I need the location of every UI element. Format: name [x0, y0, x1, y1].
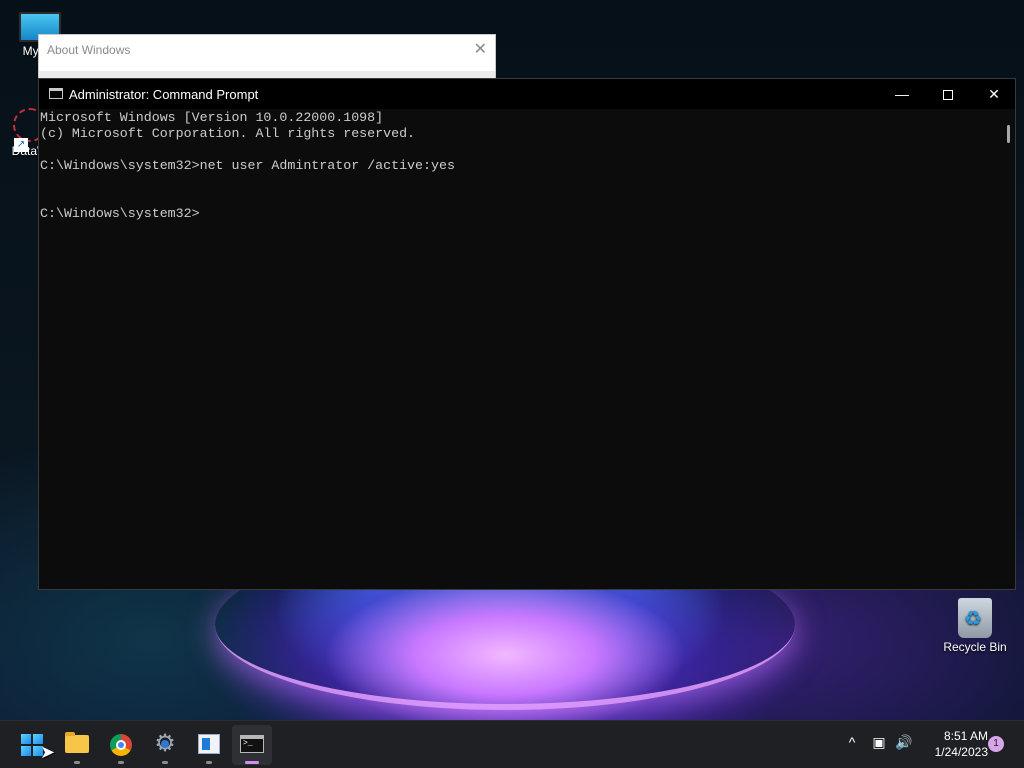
- terminal-icon: [240, 735, 264, 753]
- taskbar-command-prompt[interactable]: [232, 725, 272, 765]
- desktop-icon-recycle-bin[interactable]: Recycle Bin: [940, 596, 1010, 654]
- chevron-up-icon: ^: [848, 734, 856, 750]
- desktop-icon-label: Recycle Bin: [943, 640, 1007, 654]
- terminal-icon[interactable]: [49, 88, 63, 99]
- taskbar-notepad[interactable]: [189, 725, 229, 765]
- clock-date: 1/24/2023: [934, 745, 988, 759]
- taskbar-settings[interactable]: ⚙: [145, 725, 185, 765]
- about-windows-title: About Windows: [47, 43, 131, 57]
- maximize-icon: [943, 90, 953, 101]
- scrollbar-thumb[interactable]: [1007, 125, 1010, 143]
- running-indicator: [118, 761, 124, 764]
- recycle-bin-icon: [958, 598, 992, 638]
- notification-badge[interactable]: 1: [988, 736, 1004, 752]
- minimize-button[interactable]: —: [879, 79, 925, 109]
- running-indicator: [162, 761, 168, 764]
- volume-icon[interactable]: 🔊: [892, 730, 916, 754]
- cmd-scrollbar[interactable]: [1005, 109, 1015, 589]
- close-icon: ✕: [988, 86, 1000, 102]
- console-line: C:\Windows\system32>net user Admintrator…: [40, 158, 455, 173]
- folder-icon: [65, 732, 89, 753]
- running-indicator: [74, 761, 80, 764]
- notepad-icon: [198, 734, 220, 754]
- close-button[interactable]: ✕: [971, 79, 1017, 109]
- chrome-icon: [110, 734, 132, 756]
- command-prompt-window[interactable]: Administrator: Command Prompt — ✕ Micros…: [38, 78, 1016, 590]
- taskbar-file-explorer[interactable]: [57, 725, 97, 765]
- network-icon[interactable]: ▣: [868, 730, 890, 754]
- cmd-console-output[interactable]: Microsoft Windows [Version 10.0.22000.10…: [39, 109, 1001, 589]
- gear-icon: ⚙: [154, 730, 176, 757]
- mouse-cursor-icon: ➤: [40, 742, 56, 762]
- cmd-window-title: Administrator: Command Prompt: [69, 87, 259, 102]
- console-line: Microsoft Windows [Version 10.0.22000.10…: [40, 110, 384, 125]
- active-indicator: [245, 761, 259, 764]
- clock-time: 8:51 AM: [943, 729, 988, 743]
- console-prompt-line[interactable]: C:\Windows\system32>: [40, 206, 1001, 222]
- console-line: (c) Microsoft Corporation. All rights re…: [40, 126, 416, 141]
- taskbar-clock[interactable]: 8:51 AM 1/24/2023: [922, 728, 988, 760]
- minimize-icon: —: [895, 86, 909, 102]
- shortcut-arrow-icon: ↗: [14, 138, 28, 152]
- show-hidden-icons-button[interactable]: ^: [840, 730, 864, 754]
- taskbar-chrome[interactable]: [101, 725, 141, 765]
- close-icon[interactable]: ✕: [474, 39, 487, 59]
- running-indicator: [206, 761, 212, 764]
- maximize-button[interactable]: [925, 79, 971, 109]
- cmd-titlebar[interactable]: Administrator: Command Prompt — ✕: [39, 79, 1015, 109]
